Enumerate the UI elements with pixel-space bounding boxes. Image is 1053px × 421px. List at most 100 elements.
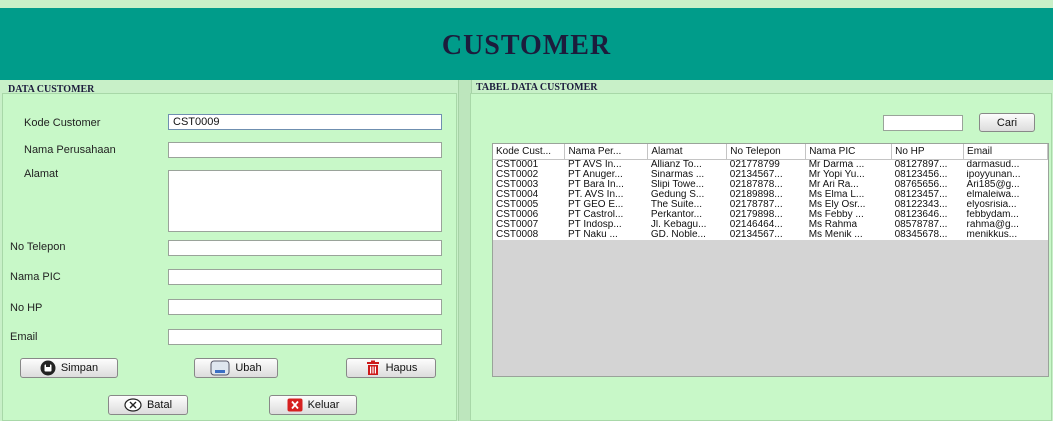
table-cell: Mr Darma ... [805, 159, 892, 170]
simpan-button[interactable]: Simpan [20, 358, 118, 378]
table-cell: Ari185@g... [963, 180, 1048, 190]
table-cell: CST0003 [493, 180, 565, 190]
table-cell: CST0005 [493, 200, 565, 210]
no-telepon-input[interactable] [168, 240, 442, 256]
kode-customer-input[interactable]: CST0009 [168, 114, 442, 130]
column-header[interactable]: Nama PIC [805, 144, 893, 160]
table-cell: Allianz To... [647, 159, 727, 170]
no-hp-input[interactable] [168, 299, 442, 315]
column-header[interactable]: Nama Per... [564, 144, 649, 160]
table-cell: Mr Yopi Yu... [805, 170, 892, 180]
table-row[interactable]: CST0005 PT GEO E... The Suite... 02178787..… [493, 200, 1048, 210]
table-cell: CST0004 [493, 190, 565, 200]
table-cell: febbydam... [963, 210, 1048, 220]
table-cell: CST0006 [493, 210, 565, 220]
table-cell: 02146464... [726, 220, 806, 230]
table-cell: CST0007 [493, 220, 565, 230]
tabel-data-customer-title: TABEL DATA CUSTOMER [476, 82, 598, 93]
page-title: CUSTOMER [441, 30, 612, 61]
alamat-textarea[interactable] [168, 170, 442, 232]
table-cell: darmasud... [963, 159, 1048, 170]
close-icon [287, 398, 303, 412]
table-cell: menikkus... [963, 230, 1048, 240]
table-cell: PT Indosp... [564, 220, 648, 230]
table-cell: 08765656... [891, 180, 964, 190]
table-cell: Jl. Kebagu... [647, 220, 727, 230]
table-cell: 02134567... [726, 230, 806, 240]
email-label: Email [10, 331, 38, 343]
table-cell: 02179898... [726, 210, 806, 220]
table-cell: Ms Menik ... [805, 230, 892, 240]
table-cell: elmaleiwa... [963, 190, 1048, 200]
table-row[interactable]: CST0008 PT Naku ... GD. Noble... 02134567..… [493, 230, 1048, 240]
table-cell: GD. Noble... [647, 230, 727, 240]
table-cell: 021778799 [726, 159, 806, 170]
no-hp-label: No HP [10, 302, 43, 314]
nama-pic-input[interactable] [168, 269, 442, 285]
table-cell: ipoyyunan... [963, 170, 1048, 180]
keluar-button[interactable]: Keluar [269, 395, 357, 415]
table-cell: Perkantor... [647, 210, 727, 220]
ubah-label: Ubah [235, 362, 262, 374]
column-header[interactable]: Email [963, 144, 1048, 160]
trash-icon [365, 360, 381, 376]
table-row[interactable]: CST0001 PT AVS In... Allianz To... 02177879… [493, 159, 1048, 170]
table-cell: PT. AVS In... [564, 190, 648, 200]
table-cell: Ms Elma L... [805, 190, 892, 200]
column-header[interactable]: No Telepon [726, 144, 807, 160]
table-cell: elyosrisia... [963, 200, 1048, 210]
cancel-icon [124, 398, 142, 412]
hapus-button[interactable]: Hapus [346, 358, 436, 378]
table-cell: 02134567... [726, 170, 806, 180]
table-row[interactable]: CST0003 PT Bara In... Slipi Towe... 0218787… [493, 180, 1048, 190]
table-cell: Sinarmas ... [647, 170, 727, 180]
cari-label: Cari [996, 116, 1018, 129]
table-cell: PT GEO E... [564, 200, 648, 210]
table-cell: 08123457... [891, 190, 964, 200]
table-cell: CST0008 [493, 230, 565, 240]
table-cell: 02189898... [726, 190, 806, 200]
table-cell: Ms Ely Osr... [805, 200, 892, 210]
table-cell: PT Anuger... [564, 170, 648, 180]
table-cell: PT Castrol... [564, 210, 648, 220]
table-cell: 08123646... [891, 210, 964, 220]
customer-table-grid: Kode Cust... Nama Per... Alamat No Telep… [493, 144, 1048, 240]
table-row[interactable]: CST0007 PT Indosp... Jl. Kebagu... 02146464… [493, 220, 1048, 230]
table-cell: The Suite... [647, 200, 727, 210]
batal-label: Batal [146, 399, 173, 411]
table-cell: 08123456... [891, 170, 964, 180]
nama-perusahaan-input[interactable] [168, 142, 442, 158]
table-row[interactable]: CST0006 PT Castrol... Perkantor... 02179898… [493, 210, 1048, 220]
table-cell: 08122343... [891, 200, 964, 210]
batal-button[interactable]: Batal [108, 395, 188, 415]
table-header-row: Kode Cust... Nama Per... Alamat No Telep… [493, 144, 1048, 160]
table-body: CST0001 PT AVS In... Allianz To... 02177879… [493, 159, 1048, 240]
table-cell: PT Bara In... [564, 180, 648, 190]
table-cell: 02187878... [726, 180, 806, 190]
cari-button[interactable]: Cari [979, 113, 1035, 132]
table-row[interactable]: CST0004 PT. AVS In... Gedung S... 02189898.… [493, 190, 1048, 200]
table-row[interactable]: CST0002 PT Anuger... Sinarmas ... 02134567.… [493, 170, 1048, 180]
ubah-button[interactable]: Ubah [194, 358, 278, 378]
email-input[interactable] [168, 329, 442, 345]
alamat-label: Alamat [24, 168, 59, 180]
edit-icon [210, 360, 230, 376]
kode-customer-label: Kode Customer [24, 117, 101, 129]
hapus-label: Hapus [385, 362, 418, 374]
column-header[interactable]: Kode Cust... [493, 144, 566, 160]
table-cell: 08127897... [891, 159, 964, 170]
customer-table[interactable]: Kode Cust... Nama Per... Alamat No Telep… [492, 143, 1049, 377]
column-header[interactable]: Alamat [647, 144, 728, 160]
save-icon [40, 360, 56, 376]
table-cell: CST0002 [493, 170, 565, 180]
search-input[interactable] [883, 115, 963, 131]
table-cell: Gedung S... [647, 190, 727, 200]
table-cell: Mr Ari Ra... [805, 180, 892, 190]
table-cell: PT AVS In... [564, 159, 648, 170]
nama-pic-label: Nama PIC [10, 271, 61, 283]
table-cell: Slipi Towe... [647, 180, 727, 190]
table-cell: PT Naku ... [564, 230, 648, 240]
column-header[interactable]: No HP [891, 144, 965, 160]
header-bar: CUSTOMER [0, 8, 1053, 80]
no-telepon-label: No Telepon [10, 241, 66, 253]
